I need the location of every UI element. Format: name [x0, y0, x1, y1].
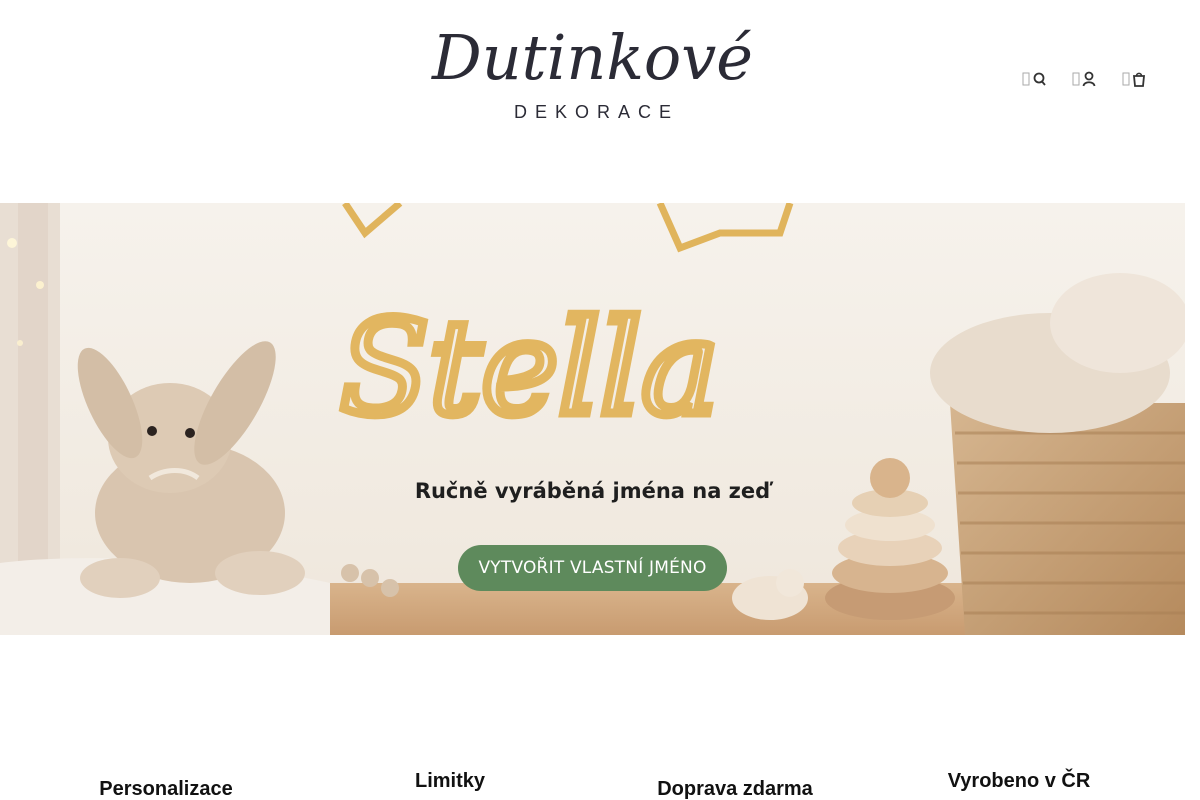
hero-banner: Stella Ručně vyráběná jména na zeď VYTVO…: [0, 203, 1185, 635]
feature-free-shipping: Doprava zdarma: [657, 778, 813, 800]
logo-subtitle: DEKORACE: [513, 102, 680, 122]
logo-script-text: Dutinkové: [432, 21, 753, 94]
header-actions: [1022, 68, 1172, 90]
feature-made-in-cz: Vyrobeno v ČR: [947, 770, 1091, 792]
site-header: Dutinkové DEKORACE: [0, 0, 1200, 200]
user-icon[interactable]: [1072, 68, 1122, 90]
page: Dutinkové DEKORACE Stella Ručně vyráběná…: [0, 0, 1200, 800]
stella-name-art: Stella: [340, 292, 719, 444]
cart-icon[interactable]: [1122, 68, 1172, 90]
site-logo[interactable]: Dutinkové DEKORACE: [420, 18, 765, 138]
feature-personalization: Personalizace: [99, 778, 233, 800]
search-icon[interactable]: [1022, 68, 1072, 90]
feature-limited-editions: Limitky: [414, 770, 486, 792]
features-strip: Personalizace Limitky Doprava zdarma Vyr…: [0, 640, 1200, 800]
hero-tagline: Ručně vyráběná jména na zeď: [414, 479, 771, 503]
create-name-button[interactable]: VYTVOŘIT VLASTNÍ JMÉNO: [458, 545, 727, 591]
